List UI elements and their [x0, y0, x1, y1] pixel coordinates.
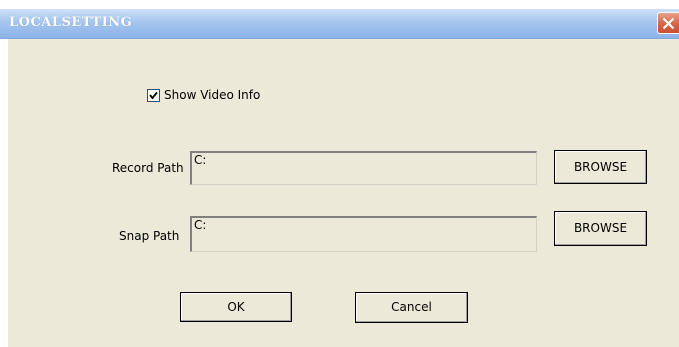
- close-button[interactable]: [657, 12, 679, 34]
- ok-button[interactable]: OK: [180, 292, 292, 322]
- record-path-input[interactable]: C:: [190, 151, 537, 185]
- checkmark-icon: [149, 91, 158, 100]
- local-setting-dialog: LOCALSETTING Show Video Info Record Path…: [0, 0, 679, 347]
- show-video-info-checkbox[interactable]: [147, 89, 160, 102]
- record-path-browse-button[interactable]: BROWSE: [554, 150, 647, 184]
- snap-path-input[interactable]: C:: [190, 216, 537, 252]
- snap-path-browse-button[interactable]: BROWSE: [554, 211, 647, 246]
- cancel-button[interactable]: Cancel: [355, 292, 468, 323]
- close-icon: [662, 17, 675, 30]
- window-title: LOCALSETTING: [9, 15, 133, 30]
- record-path-label: Record Path: [112, 161, 184, 175]
- show-video-info-label[interactable]: Show Video Info: [164, 88, 260, 102]
- snap-path-label: Snap Path: [119, 229, 180, 243]
- title-bar[interactable]: LOCALSETTING: [0, 9, 679, 39]
- dialog-body: [8, 39, 679, 347]
